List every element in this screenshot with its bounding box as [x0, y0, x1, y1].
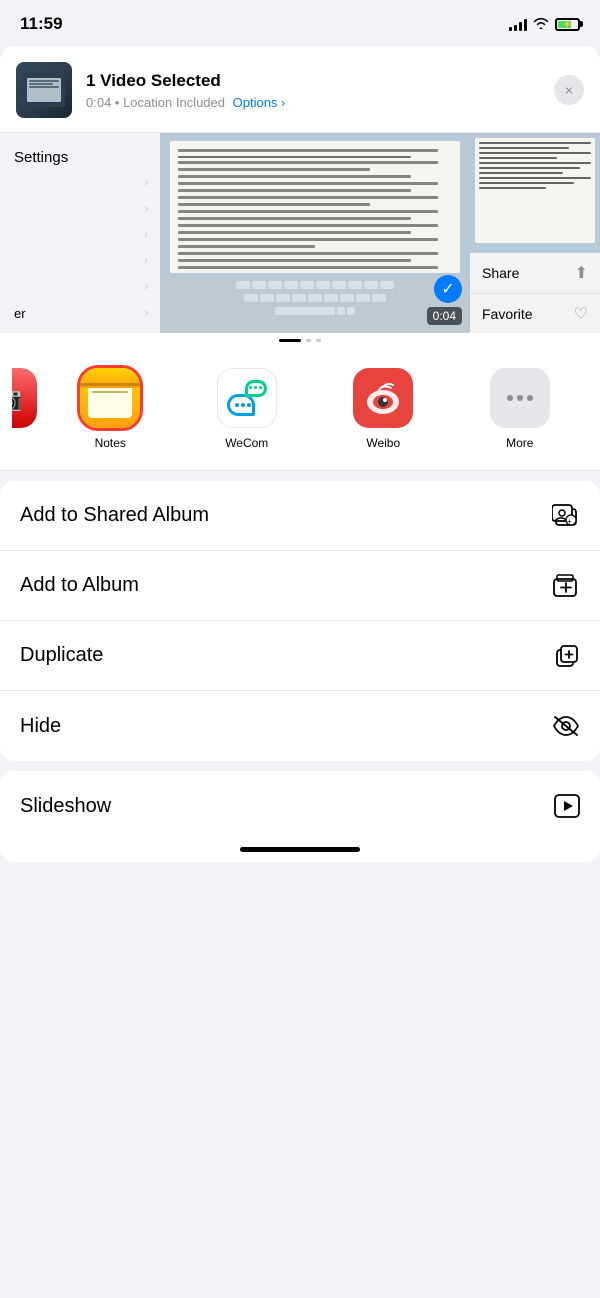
scroll-indicator	[0, 333, 600, 348]
hide-action[interactable]: Hide	[0, 691, 600, 761]
wifi-icon	[533, 17, 549, 32]
sidebar-item: ›	[0, 170, 160, 196]
add-album-icon	[552, 573, 580, 599]
context-menu-share[interactable]: Share ⬆	[470, 253, 600, 294]
app-icon-weibo[interactable]: Weibo	[315, 368, 452, 450]
close-button[interactable]: ×	[554, 75, 584, 105]
home-indicator	[0, 841, 600, 862]
more-app-icon	[490, 368, 550, 428]
sidebar-item: ›	[0, 274, 160, 300]
right-panel: Share ⬆ Favorite ♡ Delete from Libra'y 🗑	[470, 133, 600, 333]
duplicate-label: Duplicate	[20, 644, 103, 667]
context-menu: Share ⬆ Favorite ♡ Delete from Libra'y 🗑	[470, 253, 600, 333]
main-video-thumbnail[interactable]: ✓ 0:04	[160, 133, 470, 333]
app-icon-notes[interactable]: Notes	[42, 368, 179, 450]
shared-album-icon: +	[552, 503, 580, 529]
slideshow-action[interactable]: Slideshow	[0, 771, 600, 841]
add-shared-album-action[interactable]: Add to Shared Album +	[0, 481, 600, 551]
hide-label: Hide	[20, 715, 61, 738]
video-duration: 0:04	[427, 307, 462, 325]
battery-icon: ⚡	[555, 18, 580, 31]
heart-icon: ♡	[574, 304, 588, 324]
signal-icon	[509, 17, 527, 31]
share-title: 1 Video Selected	[86, 71, 540, 91]
photos-strip: Settings › › › › › er›	[0, 133, 600, 333]
app-share-row: 📷 Notes	[0, 348, 600, 471]
status-bar: 11:59 ⚡	[0, 0, 600, 44]
weibo-app-icon	[353, 368, 413, 428]
options-link[interactable]: Options ›	[233, 95, 286, 110]
left-sidebar: Settings › › › › › er›	[0, 133, 160, 333]
settings-header: Settings	[0, 141, 160, 170]
wecom-app-icon	[217, 368, 277, 428]
app-icon-partial[interactable]: 📷	[12, 368, 42, 450]
wecom-label: WeCom	[225, 436, 268, 450]
right-photo	[470, 133, 600, 253]
sidebar-item-er: er›	[0, 300, 160, 326]
add-shared-album-label: Add to Shared Album	[20, 504, 209, 527]
status-icons: ⚡	[509, 17, 580, 32]
slideshow-section: Slideshow	[0, 771, 600, 862]
notes-label: Notes	[95, 436, 126, 450]
more-label: More	[506, 436, 533, 450]
sidebar-item: ›	[0, 222, 160, 248]
svg-text:+: +	[567, 517, 572, 526]
video-selected-check: ✓	[434, 275, 462, 303]
duplicate-icon	[552, 643, 580, 669]
app-icon-more[interactable]: More	[452, 368, 589, 450]
status-time: 11:59	[20, 14, 63, 34]
duplicate-action[interactable]: Duplicate	[0, 621, 600, 691]
slideshow-label: Slideshow	[20, 795, 111, 818]
share-info: 1 Video Selected 0:04 • Location Include…	[86, 71, 540, 110]
sidebar-item: ›	[0, 196, 160, 222]
share-header: 1 Video Selected 0:04 • Location Include…	[0, 46, 600, 133]
share-thumbnail	[16, 62, 72, 118]
app-icon-wecom[interactable]: WeCom	[179, 368, 316, 450]
hide-icon	[552, 715, 580, 737]
sidebar-item: ›	[0, 248, 160, 274]
weibo-label: Weibo	[366, 436, 400, 450]
share-icon: ⬆	[575, 263, 588, 283]
context-menu-favorite[interactable]: Favorite ♡	[470, 294, 600, 333]
share-meta: 0:04 • Location Included Options ›	[86, 95, 540, 110]
add-album-label: Add to Album	[20, 574, 139, 597]
action-list: Add to Shared Album + Add to Album	[0, 481, 600, 761]
notes-app-icon	[80, 368, 140, 428]
play-icon	[554, 794, 580, 818]
add-album-action[interactable]: Add to Album	[0, 551, 600, 621]
